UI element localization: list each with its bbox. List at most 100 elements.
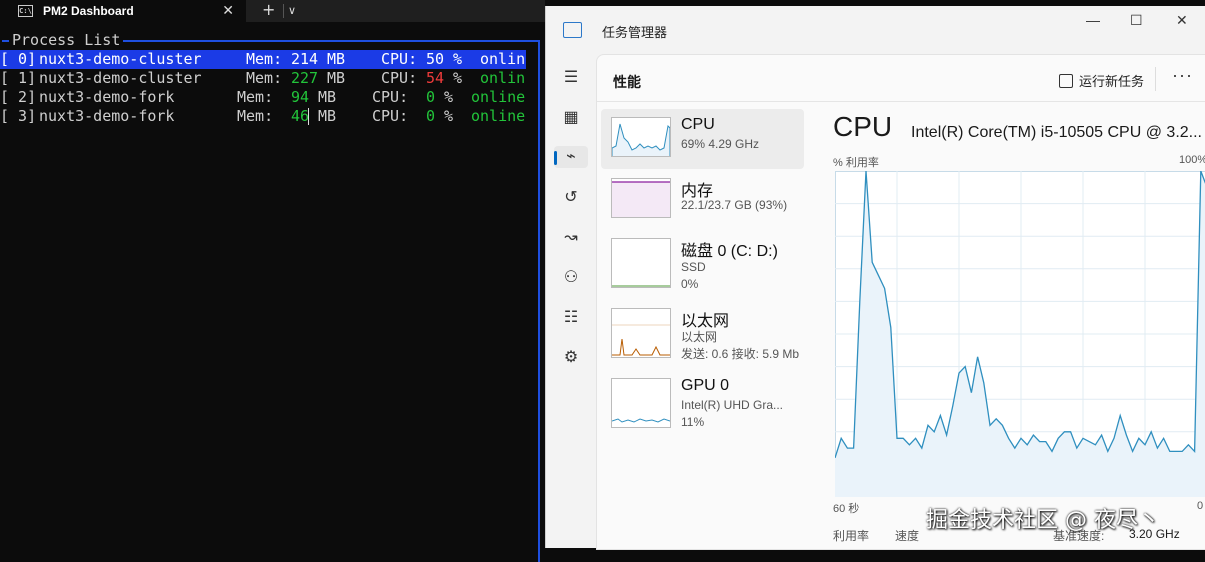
mem-unit: MB [327,50,345,69]
mem-unit: MB [318,107,336,126]
process-row[interactable]: [ 1] nuxt3-demo-cluster Mem: 227 MB CPU:… [0,69,36,88]
device-item-disk[interactable]: 磁盘 0 (C: D:) SSD 0% [601,230,804,290]
device-item-ethernet[interactable]: 以太网 以太网 发送: 0.6 接收: 5.9 Mb [601,300,804,360]
device-item-gpu[interactable]: GPU 0 Intel(R) UHD Gra... 11% [601,370,804,430]
mem-value: 94 [291,88,309,107]
window-title: 任务管理器 [602,22,667,41]
users-icon[interactable]: ⚇ [560,267,582,289]
hamburger-icon[interactable]: ☰ [560,67,582,89]
services-icon[interactable]: ⚙ [560,347,582,369]
terminal-tab[interactable]: C:\ PM2 Dashboard ✕ [0,0,246,22]
mem-unit: MB [327,69,345,88]
mem-value: 214 [291,50,318,69]
minimize-button[interactable]: — [1086,12,1100,28]
task-manager-window: 任务管理器 — ☐ ✕ ☰ ▦ ⌁ ↺ ↝ ⚇ ☷ ⚙ 性能 运行新任务 ···… [545,6,1205,548]
tab-divider [283,4,284,18]
cpu-unit: % [444,88,453,107]
y-axis-max-label: 100% [1179,154,1205,166]
page-title: 性能 [613,72,641,92]
header-divider [1155,67,1156,91]
process-index: [ 1] [0,69,36,88]
app-history-icon[interactable]: ↺ [560,187,582,209]
ethernet-thumbnail-line [612,339,670,355]
y-axis-label: % 利用率 [833,154,879,170]
device-item-cpu[interactable]: CPU 69% 4.29 GHz [601,109,804,169]
cpu-label: CPU: [381,50,417,69]
device-detail: 以太网 [681,328,717,345]
mem-label: Mem: [246,50,282,69]
process-row[interactable]: [ 2] nuxt3-demo-fork Mem: 94 MB CPU: 0 %… [0,88,36,107]
cpu-thumbnail [611,117,671,157]
process-name: nuxt3-demo-fork [39,107,174,126]
device-detail: Intel(R) UHD Gra... [681,398,783,412]
startup-icon[interactable]: ↝ [560,227,582,249]
mem-label: Mem: [237,107,273,126]
details-icon[interactable]: ☷ [560,307,582,329]
terminal-window: C:\ PM2 Dashboard ✕ + ∨ Process List [ 0… [0,0,545,548]
run-task-icon [1059,74,1073,88]
cpu-unit: % [453,69,462,88]
text-cursor [308,108,309,125]
mem-label: Mem: [237,88,273,107]
cpu-utilization-chart [835,171,1205,497]
process-name: nuxt3-demo-fork [39,88,174,107]
performance-page: 性能 运行新任务 ··· CPU 69% 4.29 GHz 内存 22.1/23… [596,54,1205,550]
cpu-label: CPU: [381,69,417,88]
disk-thumbnail [611,238,671,288]
speed-label: 速度 [895,527,919,544]
device-throughput: 发送: 0.6 接收: 5.9 Mb [681,345,799,362]
device-usage: 11% [681,415,704,429]
process-status: online [471,107,525,126]
watermark: 掘金技术社区 @ 夜尽丶 [926,502,1160,534]
new-tab-button[interactable]: + [262,0,275,22]
cpu-value: 50 [426,50,444,69]
cpu-unit: % [453,50,462,69]
mem-value: 227 [291,69,318,88]
cpu-unit: % [444,107,453,126]
processes-icon[interactable]: ▦ [560,107,582,129]
panel-title: Process List [9,32,123,49]
cpu-label: CPU: [372,88,408,107]
process-status: onlin [480,69,525,88]
process-name: nuxt3-demo-cluster [39,69,202,88]
cpu-heading: CPU [833,111,892,143]
process-row[interactable]: [ 0] nuxt3-demo-cluster Mem: 214 MB CPU:… [0,50,526,69]
device-name: GPU 0 [681,377,729,395]
device-usage: 0% [681,277,698,291]
performance-icon[interactable]: ⌁ [554,146,588,168]
cpu-thumbnail-line [612,124,670,156]
memory-thumbnail [611,178,671,218]
device-item-memory[interactable]: 内存 22.1/23.7 GB (93%) [601,170,804,230]
mem-label: Mem: [246,69,282,88]
process-index: [ 3] [0,107,36,126]
device-name: 磁盘 0 (C: D:) [681,237,778,261]
close-button[interactable]: ✕ [1176,12,1188,29]
mem-unit: MB [318,88,336,107]
process-name: nuxt3-demo-cluster [39,50,202,69]
cpu-value: 0 [426,88,435,107]
maximize-button[interactable]: ☐ [1130,12,1143,29]
cpu-model: Intel(R) Core(TM) i5-10505 CPU @ 3.2... [911,124,1202,142]
header-separator [597,101,1205,102]
title-bar: 任务管理器 — ☐ ✕ [546,6,1205,54]
chevron-down-icon[interactable]: ∨ [288,0,296,22]
utilization-label: 利用率 [833,527,869,544]
nav-sidebar: ☰ ▦ ⌁ ↺ ↝ ⚇ ☷ ⚙ [546,54,596,548]
tab-close-icon[interactable]: ✕ [222,2,234,19]
device-detail: 22.1/23.7 GB (93%) [681,198,787,212]
cpu-value: 54 [426,69,444,88]
cpu-label: CPU: [372,107,408,126]
device-detail: 69% 4.29 GHz [681,137,759,151]
gpu-thumbnail [611,378,671,428]
run-new-task-button[interactable]: 运行新任务 [1059,71,1144,90]
memory-thumbnail-fill [612,182,670,217]
process-status: onlin [480,50,525,69]
cpu-value: 0 [426,107,435,126]
process-status: online [471,88,525,107]
process-row[interactable]: [ 3] nuxt3-demo-fork Mem: 46 MB CPU: 0 %… [0,107,36,126]
device-name: CPU [681,116,715,134]
process-index: [ 2] [0,88,36,107]
task-manager-app-icon [563,22,582,38]
more-options-icon[interactable]: ··· [1172,65,1193,86]
x-axis-right-label: 0 [1197,500,1203,512]
